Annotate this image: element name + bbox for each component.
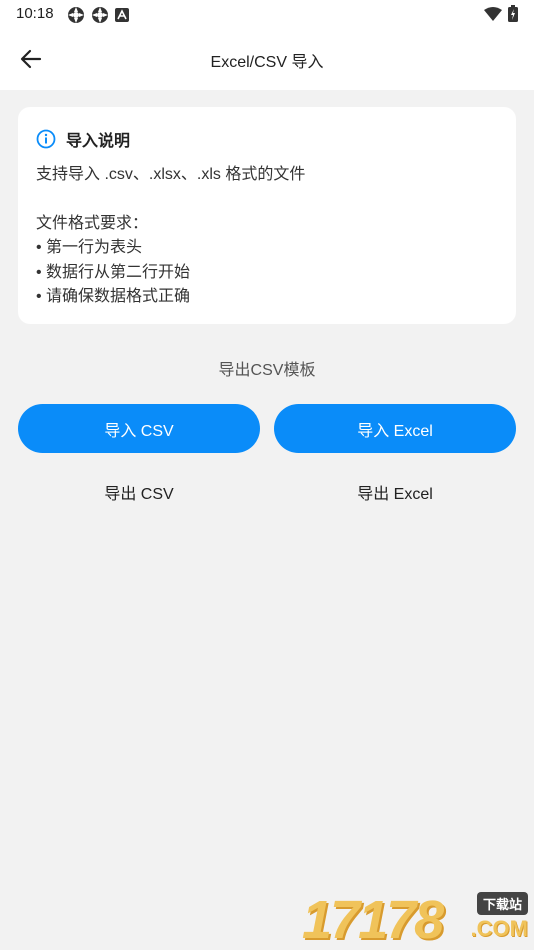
export-csv-template-button[interactable]: 导出CSV模板 bbox=[0, 356, 534, 380]
export-excel-button[interactable]: 导出 Excel bbox=[274, 478, 516, 506]
info-icon bbox=[36, 129, 56, 149]
watermark-suffix: .COM bbox=[470, 916, 528, 941]
status-time: 10:18 bbox=[16, 5, 54, 22]
info-card-header: 导入说明 bbox=[36, 127, 130, 151]
requirements-heading: 文件格式要求： bbox=[36, 214, 149, 232]
app-bar: Excel/CSV 导入 bbox=[0, 28, 534, 90]
status-icons-right bbox=[484, 5, 518, 22]
watermark-badge: 下载站 bbox=[476, 892, 528, 915]
status-bar: 10:18 bbox=[0, 0, 534, 28]
site-watermark: 17178 下载站 .COM bbox=[302, 888, 530, 948]
status-icons-left bbox=[67, 6, 129, 24]
a-icon bbox=[115, 8, 129, 22]
battery-icon bbox=[508, 5, 518, 22]
info-card-body: 支持导入 .csv、.xlsx、.xls 格式的文件 文件格式要求： • 第一行… bbox=[36, 163, 305, 310]
info-card-title: 导入说明 bbox=[66, 133, 131, 150]
supported-formats-text: 支持导入 .csv、.xlsx、.xls 格式的文件 bbox=[36, 166, 306, 183]
wifi-icon bbox=[484, 6, 502, 21]
import-excel-button[interactable]: 导入 Excel bbox=[274, 404, 516, 453]
export-csv-button[interactable]: 导出 CSV bbox=[18, 478, 260, 506]
import-csv-button[interactable]: 导入 CSV bbox=[18, 404, 260, 453]
watermark-digits: 17178 bbox=[302, 890, 444, 950]
requirement-item: • 第一行为表头 bbox=[36, 239, 143, 256]
gear-icon bbox=[92, 7, 108, 23]
page-title: Excel/CSV 导入 bbox=[210, 54, 324, 71]
gear-icon bbox=[68, 7, 84, 23]
requirement-item: • 数据行从第二行开始 bbox=[36, 263, 191, 281]
import-info-card: 导入说明 支持导入 .csv、.xlsx、.xls 格式的文件 文件格式要求： … bbox=[18, 107, 516, 324]
requirement-item: • 请确保数据格式正确 bbox=[36, 288, 191, 305]
